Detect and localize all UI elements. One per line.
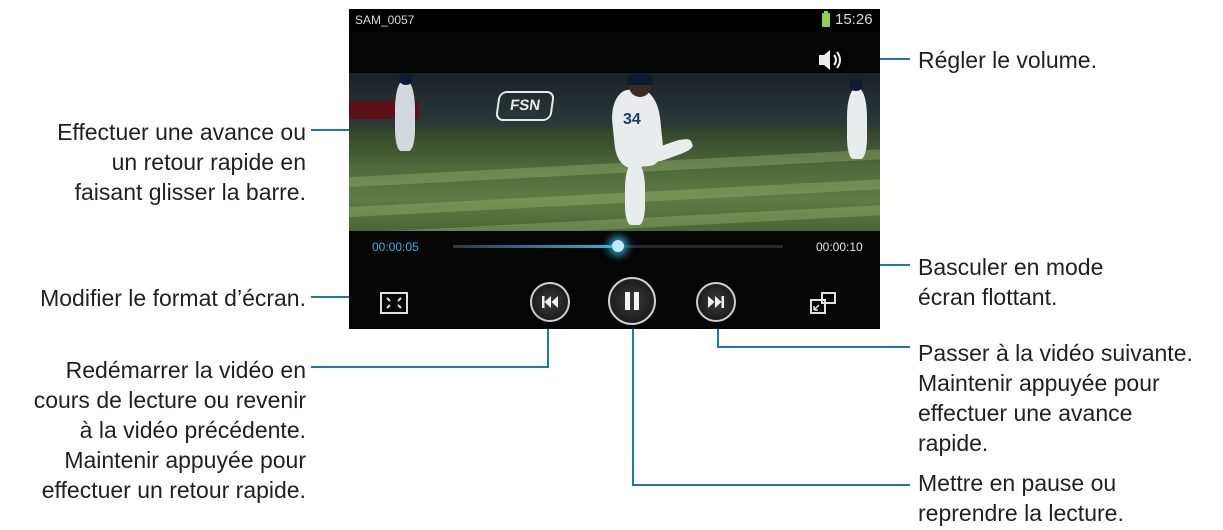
status-bar: SAM_0057 15:26 [349, 9, 880, 31]
annotation-line: Maintenir appuyée pour [918, 370, 1160, 396]
annotation-line: Maintenir appuyée pour [64, 447, 306, 473]
pause-button[interactable] [608, 277, 656, 325]
annotation-floating-screen: Basculer en mode écran flottant. [918, 252, 1103, 312]
fsn-sign: FSN [494, 91, 556, 121]
annotation-line: Modifier le format d’écran. [40, 285, 306, 311]
pop-up-play-icon [810, 292, 836, 314]
pause-icon [625, 292, 639, 310]
pitcher-leg [625, 163, 645, 225]
annotation-line: reprendre la lecture. [918, 500, 1124, 526]
annotation-line: Passer à la vidéo suivante. [918, 340, 1193, 366]
video-player-screen: SAM_0057 15:26 FSN 34 00:00:05 00:00:10 [349, 9, 880, 329]
annotation-line: un retour rapide en [111, 149, 306, 175]
fielder-right [847, 89, 867, 159]
annotation-aspect: Modifier le format d’écran. [40, 283, 306, 313]
annotation-line: effectuer un retour rapide. [41, 477, 306, 503]
annotation-line: faisant glisser la barre. [74, 179, 306, 205]
leader-pause [632, 323, 910, 486]
annotation-pause: Mettre en pause ou reprendre la lecture. [918, 468, 1124, 528]
annotation-line: Basculer en mode [918, 254, 1104, 280]
annotation-line: à la vidéo précédente. [79, 417, 306, 443]
annotation-volume: Régler le volume. [918, 45, 1097, 75]
previous-button[interactable] [530, 282, 570, 322]
previous-icon [542, 296, 558, 308]
fielder-left-head [399, 73, 413, 85]
next-icon [708, 296, 724, 308]
volume-button[interactable] [815, 43, 849, 77]
annotation-line: Mettre en pause ou [918, 470, 1117, 496]
pitcher-cap [627, 73, 653, 85]
annotation-line: écran flottant. [918, 284, 1058, 310]
annotation-line: Effectuer une avance ou [57, 119, 306, 145]
progress-thumb[interactable] [612, 240, 624, 252]
annotation-line: Redémarrer la vidéo en [65, 357, 306, 383]
progress-fill [453, 245, 618, 248]
aspect-ratio-button[interactable] [380, 292, 408, 314]
aspect-ratio-icon [380, 292, 408, 314]
battery-icon [822, 11, 830, 27]
annotation-line: cours de lecture ou revenir [33, 387, 306, 413]
current-time: 00:00:05 [372, 240, 419, 254]
total-time: 00:00:10 [816, 240, 863, 254]
pop-up-play-button[interactable] [810, 291, 838, 315]
annotation-previous: Redémarrer la vidéo en cours de lecture … [34, 355, 306, 505]
fielder-left [395, 81, 415, 151]
jersey-number: 34 [623, 111, 641, 128]
annotation-next: Passer à la vidéo suivante. Maintenir ap… [918, 338, 1193, 458]
progress-bar[interactable] [453, 240, 783, 252]
video-frame[interactable]: FSN 34 [349, 73, 880, 231]
video-file-name: SAM_0057 [355, 13, 415, 27]
fielder-right-head [849, 79, 863, 91]
volume-icon [819, 50, 841, 70]
annotation-line: rapide. [918, 430, 989, 456]
status-clock: 15:26 [835, 11, 873, 28]
next-button[interactable] [696, 282, 736, 322]
annotation-scrub: Effectuer une avance ou un retour rapide… [57, 117, 306, 207]
annotation-line: effectuer une avance [918, 400, 1133, 426]
annotation-line: Régler le volume. [918, 47, 1097, 73]
